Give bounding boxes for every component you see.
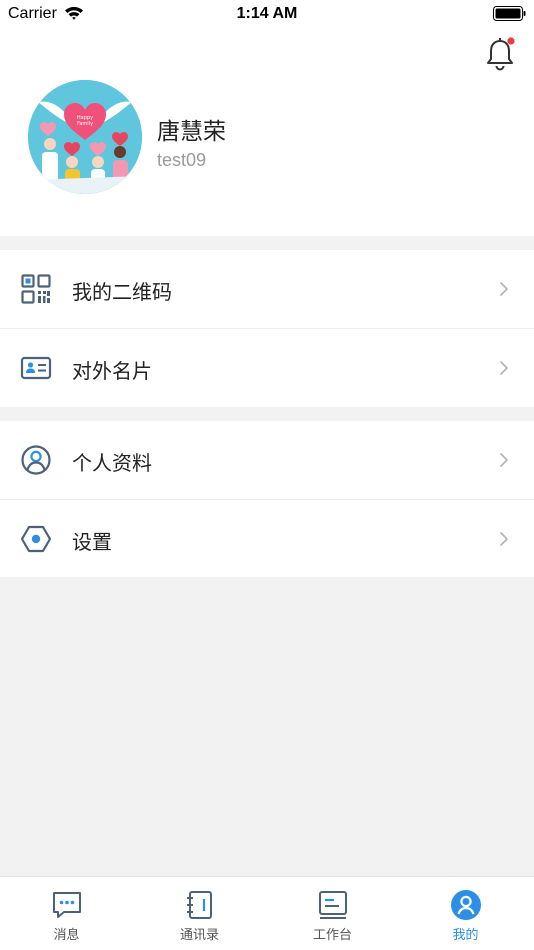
menu-item-label: 对外名片 [72,359,152,383]
settings-hexagon-icon [20,525,52,553]
tab-messages[interactable]: 消息 [0,877,133,950]
battery-icon [493,6,526,21]
tab-label: 通讯录 [179,928,219,943]
chevron-right-icon [500,282,508,296]
tab-label: 工作台 [312,928,352,943]
menu-item-label: 设置 [72,530,112,554]
contacts-book-icon [186,891,212,919]
menu-item-profile[interactable]: 个人资料 [0,421,534,499]
status-bar: Carrier 1:14 AM [0,0,534,28]
qr-code-icon [21,274,51,304]
profile-account: test09 [157,150,207,170]
menu-item-label: 我的二维码 [72,280,172,304]
menu-item-business-card[interactable]: 对外名片 [0,328,534,406]
chevron-right-icon [500,532,508,546]
message-icon [52,892,81,918]
tab-workbench[interactable]: 工作台 [266,877,399,950]
bell-icon[interactable] [484,36,516,72]
tab-bar: 消息 通讯录 工作台 我的 [0,876,534,950]
menu-item-label: 个人资料 [72,451,152,475]
tab-contacts[interactable]: 通讯录 [133,877,266,950]
workbench-icon [318,891,347,919]
status-time: 1:14 AM [236,5,298,22]
tab-me[interactable]: 我的 [399,877,532,950]
menu-item-qr-code[interactable]: 我的二维码 [0,250,534,328]
notification-dot [507,37,515,45]
profile-header: Happy Family 唐慧荣 test09 [0,28,534,236]
user-profile-icon [21,445,51,475]
chevron-right-icon [500,453,508,467]
profile-name: 唐慧荣 [157,119,226,145]
menu-group-2: 个人资料 设置 [0,421,534,577]
avatar[interactable]: Happy Family [28,80,142,194]
avatar-text-2: Family [77,121,93,127]
menu-group-1: 我的二维码 对外名片 [0,250,534,407]
avatar-image: Happy Family [28,80,142,194]
me-icon [450,890,481,920]
chevron-right-icon [500,361,508,375]
menu-item-settings[interactable]: 设置 [0,499,534,577]
tab-label: 我的 [452,928,479,943]
tab-label: 消息 [53,928,80,943]
business-card-icon [20,356,52,380]
